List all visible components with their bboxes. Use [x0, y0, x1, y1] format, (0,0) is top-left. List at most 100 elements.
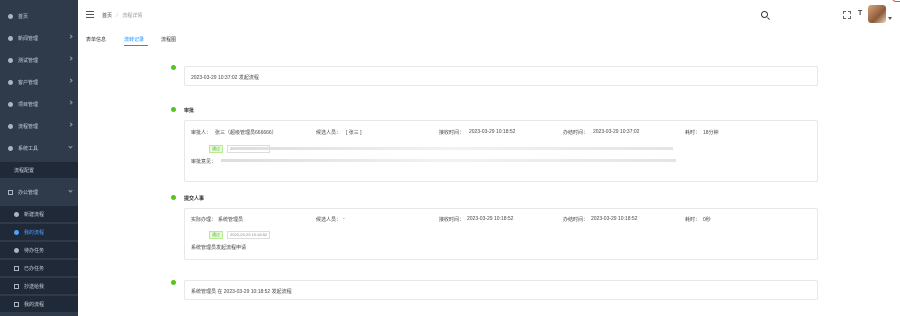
- handled-value: 2023-03-29 10:37:02: [593, 129, 640, 135]
- send-icon: [14, 211, 19, 217]
- chevron-down-icon: [68, 144, 73, 149]
- timeline-dot: [171, 280, 176, 285]
- chevron-right-icon: [68, 56, 73, 61]
- sidebar-item-my-flow[interactable]: 我的流程: [0, 224, 78, 240]
- sidebar-item-tools[interactable]: 系统工具: [0, 140, 78, 156]
- sidebar-item-todo[interactable]: 待办任务: [0, 242, 78, 258]
- sidebar-item-cc[interactable]: 抄送给我: [0, 278, 78, 294]
- timeline-dot: [171, 65, 176, 70]
- sidebar-item-home[interactable]: 首页: [0, 8, 78, 24]
- sidebar-item-label: 新闻管理: [18, 35, 39, 42]
- status-badge: 通过: [209, 145, 223, 153]
- avatar[interactable]: [868, 5, 886, 23]
- sidebar-item-done[interactable]: 已办任务: [0, 260, 78, 276]
- handled-value: 2023-03-29 10:18:52: [591, 216, 638, 222]
- chevron-right-icon: [68, 78, 73, 83]
- duration-value: 0秒: [703, 217, 711, 223]
- font-size-icon[interactable]: T: [858, 10, 862, 17]
- news-icon: [8, 35, 13, 41]
- duration-label: 耗时：: [685, 217, 701, 223]
- chevron-down-icon: [68, 188, 73, 193]
- received-value: 2023-03-29 10:18:52: [469, 129, 516, 135]
- office-icon: [8, 189, 13, 195]
- sidebar-item-customer[interactable]: 客户管理: [0, 74, 78, 90]
- comment-label: 审批意见：: [191, 159, 217, 165]
- breadcrumb: 首页 / 流程详情: [102, 12, 142, 19]
- sidebar-item-label: 项目管理: [18, 101, 39, 108]
- assignee-label: 实际办理：: [191, 217, 217, 223]
- sidebar-item-label: 流程配置: [14, 167, 35, 174]
- customer-icon: [8, 79, 13, 85]
- blurred-comment: [221, 159, 676, 162]
- sidebar-item-new-flow[interactable]: 新建流程: [0, 206, 78, 222]
- timeline-dot: [171, 107, 176, 112]
- flow-icon: [8, 123, 13, 129]
- sidebar-item-project[interactable]: 项目管理: [0, 96, 78, 112]
- notification-badge[interactable]: [892, 0, 900, 2]
- candidate-value: -: [343, 216, 345, 222]
- sidebar-item-my-flow-2[interactable]: 我的流程: [0, 296, 78, 312]
- fullscreen-icon[interactable]: [843, 11, 851, 19]
- tab-flow-chart[interactable]: 流程图: [161, 36, 176, 43]
- search-icon[interactable]: [761, 11, 768, 18]
- sidebar-item-label: 测试管理: [18, 57, 39, 64]
- candidate-label: 候选人员：: [316, 217, 342, 223]
- caret-down-icon[interactable]: [888, 17, 892, 20]
- home-icon: [8, 13, 13, 19]
- project-icon: [8, 101, 13, 107]
- todo-icon: [14, 247, 19, 253]
- sidebar-item-label: 新建流程: [24, 211, 45, 218]
- duration-value: 18分钟: [703, 130, 719, 136]
- sidebar-item-label: 办公管理: [18, 189, 39, 196]
- duration-label: 耗时：: [685, 130, 701, 136]
- tools-icon: [8, 145, 13, 151]
- sidebar: 首页 新闻管理 测试管理 客户管理 项目管理 流程管理 系统工具 流程配置 办公…: [0, 0, 78, 316]
- flow-icon: [14, 229, 19, 235]
- sidebar-item-flow-config[interactable]: 流程配置: [0, 162, 78, 178]
- topbar: 首页 / 流程详情 T: [78, 0, 900, 32]
- start-text: 2023-03-29 10:37:02 发起流程: [191, 75, 259, 81]
- sidebar-item-label: 系统工具: [18, 145, 39, 152]
- sidebar-item-label: 已办任务: [24, 265, 45, 272]
- detail-tabs: 表单信息 流转记录 流程图: [78, 32, 900, 46]
- sidebar-item-label: 我的流程: [24, 229, 45, 236]
- done-icon: [14, 265, 19, 271]
- tab-flow-record[interactable]: 流转记录: [124, 36, 144, 43]
- sidebar-item-office[interactable]: 办公管理: [0, 184, 78, 200]
- timeline-card-end: 系统管理员 在 2023-03-29 10:18:52 发起流程: [184, 280, 818, 300]
- assignee-value: 张三（超级管理员666666）: [215, 130, 277, 136]
- sidebar-item-label: 首页: [18, 13, 29, 20]
- sidebar-item-news[interactable]: 新闻管理: [0, 30, 78, 46]
- chevron-right-icon: [68, 100, 73, 105]
- received-value: 2023-03-29 10:18:52: [467, 216, 514, 222]
- sidebar-item-flow[interactable]: 流程管理: [0, 118, 78, 134]
- breadcrumb-home[interactable]: 首页: [102, 13, 112, 19]
- node-title: 审批: [184, 108, 195, 114]
- handled-label: 办结时间：: [563, 217, 589, 223]
- sidebar-item-test[interactable]: 测试管理: [0, 52, 78, 68]
- comment-time: 2023-03-29 10:18:52: [227, 231, 271, 239]
- breadcrumb-current: 流程详情: [122, 13, 143, 19]
- chevron-right-icon: [68, 122, 73, 127]
- candidate-label: 候选人员：: [316, 130, 342, 136]
- handled-label: 办结时间：: [563, 130, 589, 136]
- blurred-comment: [233, 147, 673, 150]
- sidebar-item-label: 待办任务: [24, 247, 45, 254]
- timeline-dot: [171, 195, 176, 200]
- sidebar-item-label: 客户管理: [18, 79, 39, 86]
- test-icon: [8, 57, 13, 63]
- list-icon: [14, 301, 19, 307]
- candidate-value: [ 张三 ]: [346, 130, 362, 136]
- menu-toggle-icon[interactable]: [86, 11, 94, 18]
- comment-text: 系统管理员发起流程申请: [191, 245, 247, 251]
- status-badge: 通过: [209, 231, 223, 239]
- received-label: 接收时间：: [439, 217, 465, 223]
- timeline-card-start: 2023-03-29 10:37:02 发起流程: [184, 66, 818, 86]
- assignee-label: 审批人：: [191, 130, 212, 136]
- assignee-value: 系统管理员: [218, 217, 244, 223]
- cc-icon: [14, 283, 19, 289]
- tab-form-info[interactable]: 表单信息: [86, 36, 106, 43]
- breadcrumb-separator: /: [116, 13, 118, 19]
- active-tab-underline: [124, 45, 148, 46]
- timeline-card-node2: 实际办理： 系统管理员 候选人员： - 接收时间： 2023-03-29 10:…: [184, 208, 818, 260]
